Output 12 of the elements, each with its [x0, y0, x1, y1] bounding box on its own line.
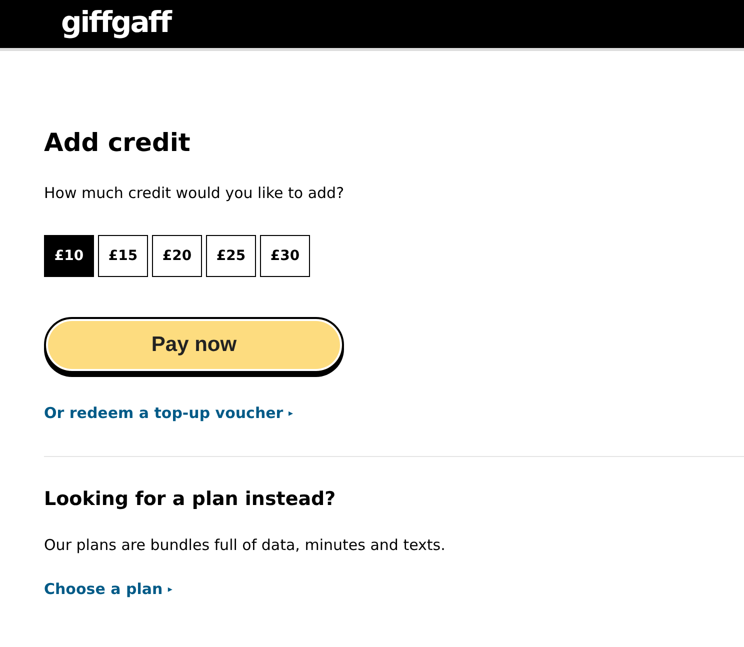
- amount-option[interactable]: £25: [206, 235, 256, 277]
- plan-link[interactable]: Choose a plan ▸: [44, 578, 172, 600]
- logo[interactable]: giffgaff: [61, 4, 170, 40]
- amount-option[interactable]: £15: [98, 235, 148, 277]
- amount-option[interactable]: £30: [260, 235, 310, 277]
- amount-option[interactable]: £20: [152, 235, 202, 277]
- section-heading: Looking for a plan instead?: [44, 486, 337, 511]
- plan-description: Our plans are bundles full of data, minutes and texts.: [44, 534, 446, 555]
- page-title: Add credit: [44, 127, 192, 159]
- amount-option[interactable]: £10: [44, 235, 94, 277]
- question-text: How much credit would you like to add?: [44, 183, 346, 203]
- voucher-link[interactable]: Or redeem a top-up voucher ▸: [44, 403, 293, 424]
